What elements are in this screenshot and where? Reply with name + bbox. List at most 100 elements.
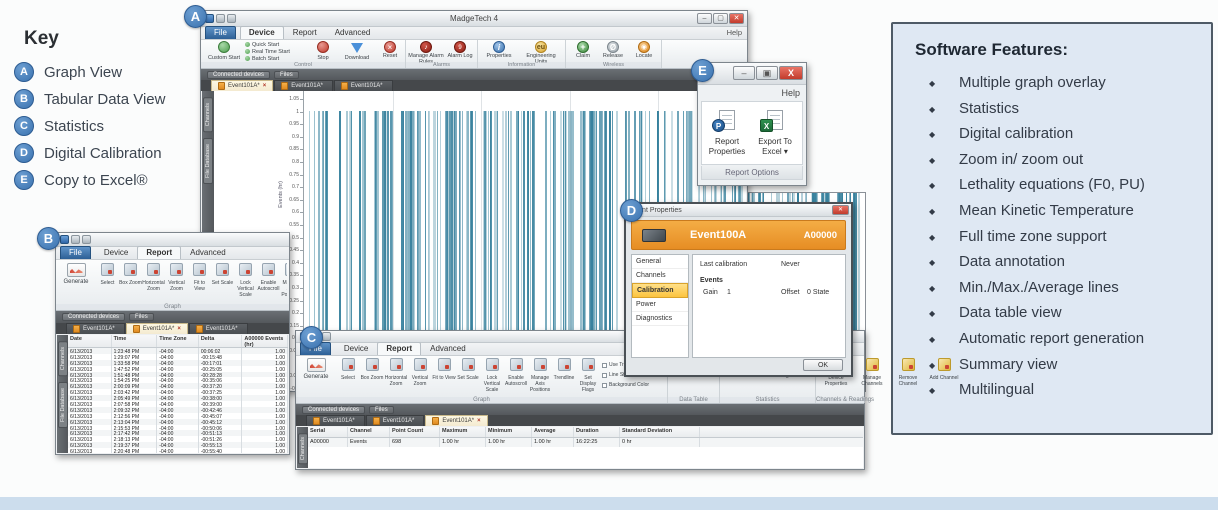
custom-start-button[interactable]: Custom Start bbox=[205, 41, 243, 61]
file-tab[interactable]: Event101A* × bbox=[126, 323, 188, 334]
window-d-titlebar[interactable]: Event Properties ✕ bbox=[626, 204, 851, 217]
data-table-header[interactable]: Date Time Time Zone Delta A00000 Events … bbox=[68, 335, 288, 348]
file-tab-close-icon[interactable]: × bbox=[477, 418, 481, 424]
graph-tool-button[interactable]: Select bbox=[96, 263, 119, 303]
side-tab-channels[interactable]: Channels bbox=[58, 341, 68, 376]
generate-button[interactable]: Generate bbox=[59, 263, 93, 286]
start-option-button[interactable]: Quick Start bbox=[245, 41, 307, 48]
graph-tool-button[interactable]: Trendline bbox=[552, 358, 576, 393]
graph-tool-button[interactable]: Set Scale bbox=[211, 263, 234, 303]
properties-button[interactable]: i Properties bbox=[482, 41, 516, 59]
table-row[interactable]: 6/13/2013 2:20:48 PM -04:00 -00:55:40 1.… bbox=[68, 448, 288, 453]
side-tab-channels[interactable]: Channels bbox=[298, 433, 308, 464]
file-tab[interactable]: Event101A* × bbox=[211, 80, 273, 91]
graph-tool-button[interactable]: Box Zoom bbox=[360, 358, 384, 393]
properties-nav-item[interactable]: Channels bbox=[632, 269, 688, 283]
properties-nav-item[interactable]: Power bbox=[632, 298, 688, 312]
graph-tool-button[interactable]: Horizontal Zoom bbox=[384, 358, 408, 393]
minimize-icon[interactable]: – bbox=[733, 66, 755, 80]
app-icon[interactable] bbox=[60, 235, 69, 244]
file-tab[interactable]: Event101A* bbox=[334, 80, 393, 91]
side-tab-channels[interactable]: Channels bbox=[203, 97, 213, 132]
ribbon-tab[interactable]: Report bbox=[137, 246, 181, 259]
start-option-button[interactable]: Batch Start bbox=[245, 55, 307, 62]
properties-nav-item[interactable]: General bbox=[632, 255, 688, 269]
file-tab[interactable]: Event101A* × bbox=[425, 415, 487, 426]
undo-icon[interactable] bbox=[322, 332, 331, 341]
graph-tool-button[interactable]: Set Scale bbox=[456, 358, 480, 393]
release-button[interactable]: Ø Release bbox=[598, 41, 628, 59]
ok-button[interactable]: OK bbox=[803, 359, 843, 371]
close-icon[interactable]: ✕ bbox=[832, 205, 849, 215]
minimize-icon[interactable]: – bbox=[697, 13, 712, 24]
graph-tool-button[interactable]: Select bbox=[336, 358, 360, 393]
ribbon-tab[interactable]: Advanced bbox=[421, 342, 475, 355]
dock-tab[interactable]: Connected devices bbox=[302, 406, 365, 414]
save-icon[interactable] bbox=[71, 235, 80, 244]
dock-tab[interactable]: Files bbox=[129, 313, 154, 321]
ribbon-tab[interactable]: File bbox=[60, 246, 91, 259]
graph-tool-button[interactable]: Manage Axis Positions bbox=[528, 358, 552, 393]
graph-tool-button[interactable]: Lock Vertical Scale bbox=[234, 263, 257, 303]
close-icon[interactable]: X bbox=[779, 66, 803, 80]
dock-tab[interactable]: Connected devices bbox=[62, 313, 125, 321]
graph-tool-button[interactable]: Vertical Zoom bbox=[408, 358, 432, 393]
graph-option-toggle[interactable]: Background Color bbox=[602, 380, 666, 390]
dock-tab[interactable]: Files bbox=[274, 71, 299, 79]
claim-button[interactable]: + Claim bbox=[570, 41, 596, 59]
ribbon-tab[interactable]: Advanced bbox=[181, 246, 235, 259]
window-b-titlebar[interactable] bbox=[56, 233, 289, 247]
undo-icon[interactable] bbox=[82, 235, 91, 244]
graph-tool-button[interactable]: Enable Autoscroll bbox=[504, 358, 528, 393]
file-tab[interactable]: Event101A* bbox=[306, 415, 365, 426]
stop-button[interactable]: Stop bbox=[309, 41, 337, 61]
file-tab[interactable]: Event101A* bbox=[274, 80, 333, 91]
ribbon-tab[interactable]: Device bbox=[95, 246, 137, 259]
reset-button[interactable]: × Reset bbox=[377, 41, 403, 59]
file-tab-close-icon[interactable]: × bbox=[263, 83, 267, 89]
ribbon-tab[interactable]: Report bbox=[377, 342, 421, 355]
ribbon-tab[interactable]: Report bbox=[284, 26, 326, 39]
dock-tab[interactable]: Files bbox=[369, 406, 394, 414]
channel-tool-button[interactable]: Remove Channel bbox=[890, 358, 926, 388]
graph-tool-button[interactable]: Manage Axis Positions bbox=[280, 263, 287, 303]
help-link[interactable]: Help bbox=[727, 28, 742, 37]
download-button[interactable]: Download bbox=[339, 41, 375, 61]
maximize-icon[interactable]: ▣ bbox=[756, 66, 778, 80]
ribbon-tab[interactable]: File bbox=[205, 26, 236, 39]
data-table-container[interactable]: Channels File Database Date Time Time Zo… bbox=[57, 335, 288, 453]
ribbon-tab[interactable]: Device bbox=[335, 342, 377, 355]
maximize-icon[interactable]: ▢ bbox=[713, 13, 728, 24]
help-link[interactable]: Help bbox=[698, 85, 806, 101]
window-a-titlebar[interactable]: MadgeTech 4 – ▢ ✕ bbox=[201, 11, 747, 27]
report-properties-button[interactable]: P Report Properties bbox=[704, 110, 750, 155]
graph-tool-button[interactable]: Box Zoom bbox=[119, 263, 142, 303]
ribbon-tab[interactable]: Advanced bbox=[326, 26, 380, 39]
graph-tool-button[interactable]: Lock Vertical Scale bbox=[480, 358, 504, 393]
graph-tool-button[interactable]: Fit to View bbox=[188, 263, 211, 303]
file-tab[interactable]: Event101A* bbox=[366, 415, 425, 426]
properties-nav-item[interactable]: Calibration bbox=[632, 283, 688, 298]
properties-nav-item[interactable]: Diagnostics bbox=[632, 312, 688, 326]
file-tab[interactable]: Event101A* bbox=[189, 323, 248, 334]
dock-tab[interactable]: Connected devices bbox=[207, 71, 270, 79]
graph-tool-button[interactable]: Vertical Zoom bbox=[165, 263, 188, 303]
channel-tool-button[interactable]: Add Channel bbox=[926, 358, 962, 388]
locate-button[interactable]: ◉ Locate bbox=[630, 41, 658, 59]
graph-tool-button[interactable]: Enable Autoscroll bbox=[257, 263, 280, 303]
side-tab-file-database[interactable]: File Database bbox=[203, 138, 213, 184]
close-icon[interactable]: ✕ bbox=[729, 13, 744, 24]
file-tab[interactable]: Event101A* bbox=[66, 323, 125, 334]
channel-tool-button[interactable]: Manage Channels bbox=[854, 358, 890, 388]
window-e-titlebar[interactable]: – ▣ X bbox=[698, 63, 806, 85]
stats-table-header[interactable]: Serial Channel Point Count Maximum Minim… bbox=[308, 427, 863, 438]
ribbon-tab[interactable]: Device bbox=[240, 26, 284, 39]
side-tab-file-database[interactable]: File Database bbox=[58, 382, 68, 428]
graph-tool-button[interactable]: Horizontal Zoom bbox=[142, 263, 165, 303]
alarm-log-button[interactable]: 9 Alarm Log bbox=[446, 41, 474, 59]
file-tab-close-icon[interactable]: × bbox=[177, 326, 181, 332]
table-row[interactable]: A00000 Events 698 1.00 hr 1.00 hr 1.00 h… bbox=[308, 438, 863, 447]
graph-tool-button[interactable]: Set Display Flags bbox=[576, 358, 600, 393]
generate-button[interactable]: Generate bbox=[299, 358, 333, 381]
stats-table-container[interactable]: Channels File Database Serial Channel Po… bbox=[297, 427, 863, 468]
